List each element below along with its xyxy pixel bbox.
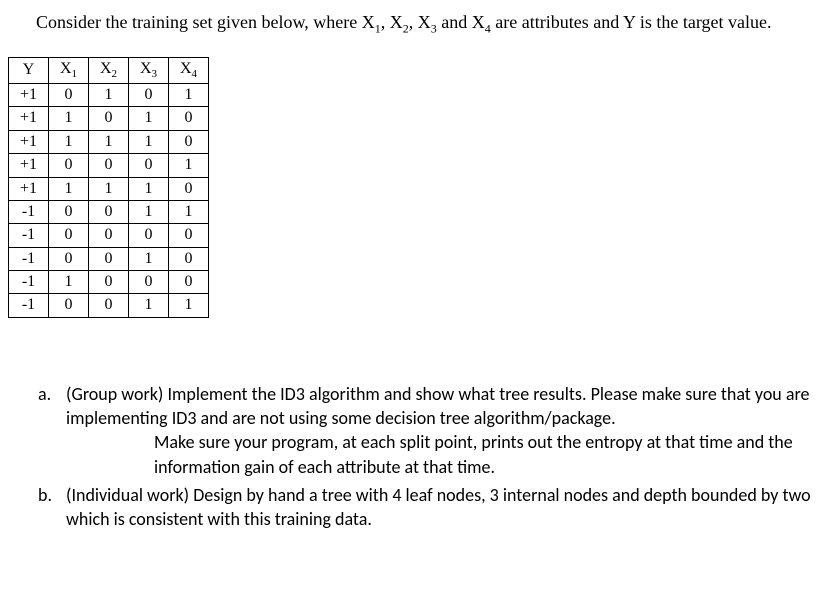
question-a: a. (Group work) Implement the ID3 algori… [66,382,829,479]
question-b: b. (Individual work) Design by hand a tr… [66,483,829,532]
question-a-line1: (Group work) Implement the ID3 algorithm… [66,383,809,429]
cell-x2: 0 [89,200,129,223]
cell-x1: 0 [49,294,89,317]
cell-y: -1 [9,247,49,270]
table-row: +11010 [9,107,209,130]
question-b-marker: b. [38,483,52,507]
cell-x3: 1 [129,200,169,223]
cell-x4: 0 [169,130,209,153]
cell-x4: 0 [169,177,209,200]
cell-x2: 0 [89,154,129,177]
cell-y: -1 [9,224,49,247]
cell-x2: 0 [89,294,129,317]
table-row: -10011 [9,200,209,223]
cell-x1: 0 [49,224,89,247]
intro-mid1: , X [381,12,403,32]
cell-x4: 0 [169,271,209,294]
cell-x2: 1 [89,130,129,153]
cell-x4: 1 [169,154,209,177]
intro-mid2: , X [409,12,431,32]
table-header-row: Y X1 X2 X3 X4 [9,58,209,84]
cell-x1: 0 [49,154,89,177]
cell-x1: 1 [49,271,89,294]
cell-x2: 0 [89,224,129,247]
cell-x3: 1 [129,130,169,153]
header-x4: X4 [169,58,209,84]
cell-x1: 0 [49,200,89,223]
cell-x1: 0 [49,247,89,270]
cell-y: -1 [9,200,49,223]
header-y: Y [9,58,49,84]
cell-y: +1 [9,130,49,153]
cell-y: +1 [9,154,49,177]
cell-x4: 0 [169,224,209,247]
cell-x1: 1 [49,130,89,153]
cell-x3: 0 [129,83,169,106]
cell-x1: 1 [49,177,89,200]
questions-section: a. (Group work) Implement the ID3 algori… [4,382,833,532]
cell-x3: 0 [129,224,169,247]
cell-y: +1 [9,177,49,200]
intro-before: Consider the training set given below, w… [36,12,375,32]
intro-mid3: and X [437,12,485,32]
cell-y: -1 [9,294,49,317]
header-x2: X2 [89,58,129,84]
cell-x1: 1 [49,107,89,130]
cell-x2: 1 [89,83,129,106]
cell-y: +1 [9,107,49,130]
header-x1: X1 [49,58,89,84]
cell-x3: 0 [129,154,169,177]
table-row: +10101 [9,83,209,106]
cell-x3: 0 [129,271,169,294]
table-row: +11110 [9,177,209,200]
cell-x1: 0 [49,83,89,106]
question-a-marker: a. [38,382,51,406]
cell-x3: 1 [129,294,169,317]
cell-x2: 0 [89,107,129,130]
training-set-table: Y X1 X2 X3 X4 +10101+11010+11110+10001+1… [8,57,209,317]
cell-x3: 1 [129,177,169,200]
cell-x4: 1 [169,200,209,223]
cell-x4: 0 [169,107,209,130]
cell-x2: 0 [89,247,129,270]
question-a-line2: Make sure your program, at each split po… [66,430,829,479]
cell-x4: 1 [169,294,209,317]
cell-x3: 1 [129,247,169,270]
table-row: -11000 [9,271,209,294]
table-row: -10010 [9,247,209,270]
cell-x4: 0 [169,247,209,270]
cell-y: +1 [9,83,49,106]
table-row: +10001 [9,154,209,177]
cell-x2: 0 [89,271,129,294]
cell-x3: 1 [129,107,169,130]
cell-x4: 1 [169,83,209,106]
intro-paragraph: Consider the training set given below, w… [4,10,833,37]
cell-x2: 1 [89,177,129,200]
cell-y: -1 [9,271,49,294]
table-row: +11110 [9,130,209,153]
table-row: -10000 [9,224,209,247]
intro-after: are attributes and Y is the target value… [491,12,772,32]
header-x3: X3 [129,58,169,84]
table-row: -10011 [9,294,209,317]
question-b-text: (Individual work) Design by hand a tree … [66,484,811,530]
